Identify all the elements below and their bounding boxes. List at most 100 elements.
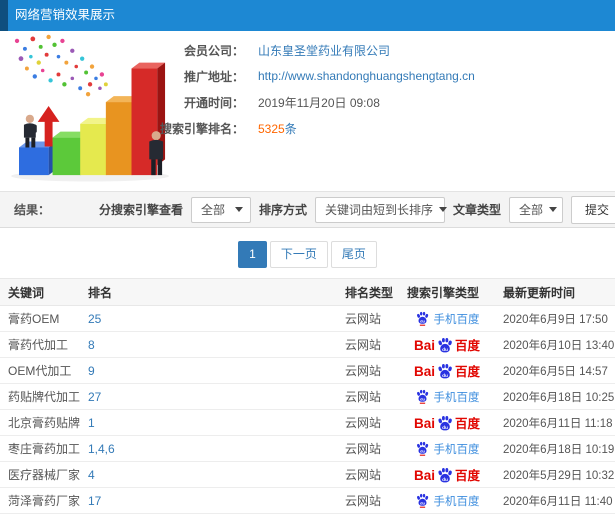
page-title: 网络营销效果展示 <box>15 8 116 22</box>
article-type-value: 全部 <box>519 203 544 217</box>
keyword-cell: 北京膏药贴牌 <box>0 409 80 436</box>
svg-text:du: du <box>442 346 448 352</box>
pagination: 1 下一页 尾页 <box>0 241 615 268</box>
rank-link[interactable]: 1 <box>80 409 337 436</box>
rank-count-suffix: 条 <box>284 121 297 136</box>
engine-cell: Bai du 百度 <box>399 409 495 436</box>
rank-count-number: 5325 <box>258 121 285 136</box>
sort-select[interactable]: 关键词由短到长排序 <box>314 196 447 223</box>
rank-count-label: 搜索引擎排名： <box>159 121 244 136</box>
updated-cell: 2020年6月5日 14:57 <box>495 357 615 384</box>
rank-type-cell: 云网站 <box>337 409 399 436</box>
mobile-baidu-label: 手机百度 <box>433 443 480 456</box>
promo-url-label: 推广地址： <box>183 69 244 84</box>
rank-type-cell: 云网站 <box>337 357 399 384</box>
header-updated: 最新更新时间 <box>495 278 615 306</box>
account-info-section: 会员公司： 山东皇圣堂药业有限公司 推广地址： http://www.shand… <box>0 31 615 185</box>
member-company-row: 会员公司： 山东皇圣堂药业有限公司 <box>134 37 604 63</box>
bar-blue <box>19 141 57 176</box>
rank-link[interactable]: 25 <box>80 305 337 332</box>
rank-link[interactable]: 8 <box>80 331 337 358</box>
table-row: 菏泽膏药厂家 17 云网站 du 手机百度 2020年6月11日 11:40 <box>0 487 615 514</box>
article-type-select[interactable]: 全部 <box>509 196 563 223</box>
last-page-button[interactable]: 尾页 <box>330 241 377 268</box>
member-company-link[interactable]: 山东皇圣堂药业有限公司 <box>258 42 390 59</box>
mobile-baidu-badge: du 手机百度 <box>415 389 480 405</box>
baidu-logo-bai: Bai <box>413 467 435 483</box>
table-header-row: 关键词 排名 排名类型 搜索引擎类型 最新更新时间 <box>0 278 615 306</box>
engine-filter-select[interactable]: 全部 <box>190 196 251 223</box>
baidu-paw-icon: du <box>438 467 452 482</box>
rank-link[interactable]: 27 <box>80 383 337 410</box>
keyword-cell: 枣庄膏药加工 <box>0 435 80 462</box>
baidu-paw-icon: du <box>438 415 452 430</box>
rank-link[interactable]: 4 <box>80 461 337 488</box>
table-row: 膏药代加工 8 云网站 Bai du 百度 2020年6月10日 13:40 <box>0 331 615 358</box>
rank-link[interactable]: 9 <box>80 357 337 384</box>
sort-value: 关键词由短到长排序 <box>324 203 433 217</box>
svg-text:du: du <box>420 318 425 323</box>
baidu-logo: Bai du 百度 <box>414 337 480 353</box>
engine-cell: du 手机百度 <box>399 435 495 462</box>
table-row: 枣庄膏药加工 1,4,6 云网站 du 手机百度 2020年6月18日 10:1… <box>0 435 615 462</box>
mobile-baidu-label: 手机百度 <box>433 391 480 404</box>
keyword-cell: 膏药代加工 <box>0 331 80 358</box>
keyword-cell: 膏药OEM <box>0 305 80 332</box>
rank-count-row: 搜索引擎排名： 5325条 <box>134 115 604 141</box>
filter-controls: 分搜索引擎查看 全部 排序方式 关键词由短到长排序 文章类型 全部 提交 <box>98 195 615 224</box>
sort-label: 排序方式 <box>258 203 307 217</box>
baidu-paw-icon: du <box>438 363 452 378</box>
updated-cell: 2020年6月9日 17:50 <box>495 305 615 332</box>
baidu-paw-icon: du <box>416 441 428 456</box>
promo-url-link[interactable]: http://www.shandonghuangshengtang.cn <box>258 69 475 83</box>
next-page-button[interactable]: 下一页 <box>269 241 328 268</box>
svg-text:du: du <box>420 448 425 453</box>
mobile-baidu-label: 手机百度 <box>433 495 480 508</box>
baidu-logo-cn: 百度 <box>455 338 481 353</box>
engine-filter-label: 分搜索引擎查看 <box>98 203 183 217</box>
header-rank: 排名 <box>80 278 337 306</box>
updated-cell: 2020年6月11日 11:18 <box>495 409 615 436</box>
mobile-baidu-label: 手机百度 <box>433 313 480 326</box>
table-row: 药贴牌代加工 27 云网站 du 手机百度 2020年6月18日 10:25 <box>0 383 615 410</box>
mobile-baidu-badge: du 手机百度 <box>415 493 480 509</box>
page-button-current[interactable]: 1 <box>238 241 267 268</box>
engine-cell: du 手机百度 <box>399 383 495 410</box>
mobile-baidu-badge: du 手机百度 <box>415 311 480 327</box>
rank-type-cell: 云网站 <box>337 435 399 462</box>
updated-cell: 2020年6月18日 10:19 <box>495 435 615 462</box>
updated-cell: 2020年6月18日 10:25 <box>495 383 615 410</box>
rank-type-cell: 云网站 <box>337 331 399 358</box>
rank-link[interactable]: 1,4,6 <box>80 435 337 462</box>
svg-text:du: du <box>420 396 425 401</box>
mobile-baidu-badge: du 手机百度 <box>415 441 480 457</box>
submit-button[interactable]: 提交 <box>571 195 615 224</box>
keyword-cell: 医疗器械厂家 <box>0 461 80 488</box>
rank-link[interactable]: 17 <box>80 487 337 514</box>
rank-type-cell: 云网站 <box>337 383 399 410</box>
svg-text:du: du <box>442 372 448 378</box>
table-row: 医疗器械厂家 4 云网站 Bai du 百度 2020年5月29日 10:32 <box>0 461 615 488</box>
engine-cell: Bai du 百度 <box>399 357 495 384</box>
baidu-paw-icon: du <box>416 389 428 404</box>
caret-down-icon <box>549 207 558 212</box>
baidu-logo: Bai du 百度 <box>414 363 480 379</box>
engine-cell: du 手机百度 <box>399 305 495 332</box>
updated-cell: 2020年6月11日 11:40 <box>495 487 615 514</box>
baidu-logo: Bai du 百度 <box>414 467 480 483</box>
caret-down-icon <box>234 207 243 212</box>
svg-text:du: du <box>442 476 448 482</box>
header-keyword: 关键词 <box>0 278 80 306</box>
svg-text:du: du <box>420 500 425 505</box>
baidu-paw-icon: du <box>416 493 428 508</box>
keyword-cell: OEM代加工 <box>0 357 80 384</box>
caret-down-icon <box>439 207 447 212</box>
header-rank-type: 排名类型 <box>337 278 399 306</box>
confetti-dots <box>14 34 108 97</box>
open-time-row: 开通时间： 2019年11月20日 09:08 <box>134 89 604 115</box>
open-time-value: 2019年11月20日 09:08 <box>258 95 380 110</box>
member-company-label: 会员公司： <box>183 43 244 58</box>
baidu-paw-icon: du <box>438 337 452 352</box>
baidu-logo-bai: Bai <box>413 363 435 379</box>
keyword-rank-table: 关键词 排名 排名类型 搜索引擎类型 最新更新时间 膏药OEM 25 云网站 d… <box>0 278 615 514</box>
